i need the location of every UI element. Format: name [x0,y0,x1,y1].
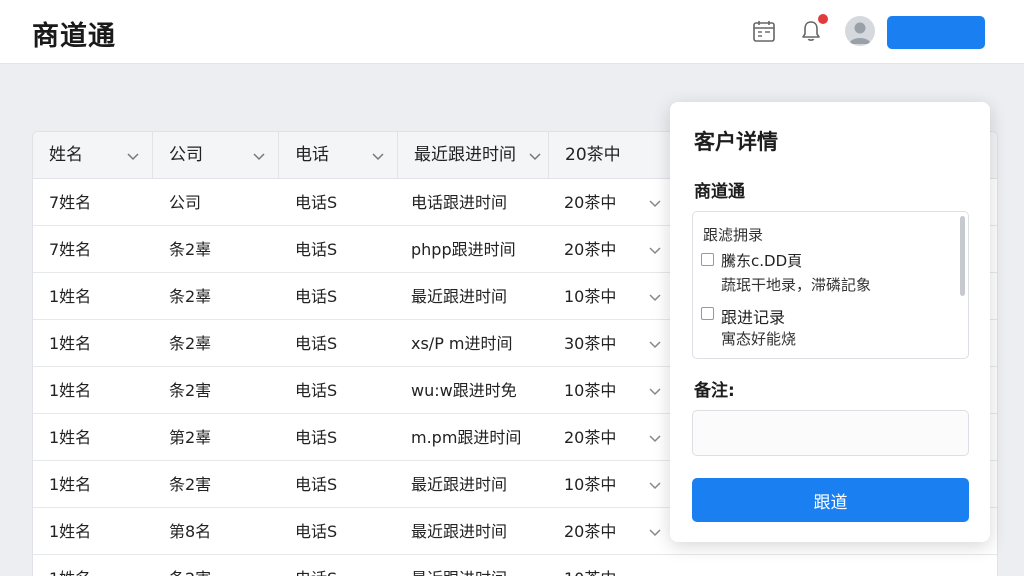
cell-text: 20茶中 [564,240,617,259]
table-cell: 最近跟进时间 [411,522,508,541]
customer-detail-panel: 客户详情 商道通 跟滤拥录 騰东c.DD頁 蔬珉干地录，滞磷記象 跟进记录 寓态… [670,102,990,542]
app-title: 商道通 [32,21,116,52]
chevron-down-icon[interactable] [648,478,662,492]
notes-input[interactable] [692,410,969,456]
followup-button[interactable]: 跟道 [692,478,969,522]
table-cell: 电话跟进时间 [411,193,508,212]
chevron-down-icon[interactable] [648,243,662,257]
column-header-phone[interactable]: 电话 [279,132,398,179]
cell-text: 10茶中 [564,475,617,494]
chevron-down-icon[interactable] [648,196,662,210]
cell-text: 20茶中 [564,522,617,541]
table-cell: 电话S [295,522,338,541]
column-label: 公司 [169,145,203,165]
table-cell: 电话S [295,240,338,259]
table-cell: 最近跟进时间 [411,555,507,576]
record-description: 蔬珉干地录，滞磷記象 [721,276,872,294]
table-cell: 1姓名 [49,428,92,447]
table-cell: 公司 [169,193,202,212]
table-cell: m.pm跟进时间 [411,428,522,447]
top-bar: 商道通 [0,0,1024,64]
column-label: 20茶中 [565,145,621,165]
panel-subtitle: 商道通 [694,182,745,202]
cell-text: 10茶中 [564,287,617,306]
table-cell: 1姓名 [49,522,92,541]
table-cell: 条2害 [169,475,212,494]
chevron-down-icon[interactable] [648,572,662,576]
table-cell: 条2辜 [169,240,212,259]
table-cell: 条2害 [169,381,212,400]
cell-text: 20茶中 [564,193,617,212]
table-cell: 10茶中 [564,555,694,576]
table-cell: 最近跟进时间 [411,475,508,494]
chevron-down-icon[interactable] [648,525,662,539]
chevron-down-icon [372,153,384,161]
table-cell: 电话S [295,475,338,494]
chevron-down-icon[interactable] [648,337,662,351]
column-header-last-followup[interactable]: 最近跟进时间 [398,132,549,179]
column-label: 电话 [295,145,329,165]
table-cell: 1姓名 [49,334,92,353]
table-cell: 电话S [295,193,338,212]
followup-header: 跟滤拥录 [703,226,764,244]
table-cell: 电话S [295,428,338,447]
table-cell: 电话S [295,555,337,576]
column-header-name[interactable]: 姓名 [33,132,153,179]
chevron-down-icon [529,153,541,161]
table-cell: 1姓名 [49,475,92,494]
table-cell: 7姓名 [49,240,92,259]
table-cell: 第8名 [169,522,212,541]
table-cell: 条2辜 [169,287,212,306]
panel-title: 客户详情 [694,130,778,154]
table-cell: 第2辜 [169,428,212,447]
calendar-icon[interactable] [751,18,777,44]
column-label: 姓名 [49,145,83,165]
record-title: 跟进记录 [721,308,786,327]
chevron-down-icon[interactable] [648,431,662,445]
table-cell: 1姓名 [49,287,92,306]
record-description: 寓态好能烧 [721,330,797,348]
table-cell: xs/P m进时间 [411,334,513,353]
notes-label: 备注: [694,381,735,401]
record-checkbox[interactable] [701,307,714,320]
cell-text: 10茶中 [564,569,616,576]
table-cell: phpp跟进时间 [411,240,516,259]
column-header-company[interactable]: 公司 [153,132,279,179]
table-cell: 最近跟进时间 [411,287,508,306]
table-cell: 条2辜 [169,334,212,353]
record-checkbox[interactable] [701,253,714,266]
user-avatar-icon [849,22,871,44]
table-cell: wu:w跟进时免 [411,381,517,400]
chevron-down-icon[interactable] [648,384,662,398]
scrollbar[interactable] [960,216,965,296]
top-action-button[interactable] [887,16,985,49]
table-cell: 1姓名 [49,381,92,400]
column-label: 最近跟进时间 [414,145,516,165]
table-cell: 电话S [295,334,338,353]
table-cell: 电话S [295,287,338,306]
chevron-down-icon [127,153,139,161]
table-row[interactable]: 1姓名 条2害 电话S 最近跟进时间 10茶中 [33,555,997,576]
record-title: 騰东c.DD頁 [721,252,803,270]
table-cell: 1姓名 [49,555,91,576]
cell-text: 10茶中 [564,381,617,400]
followup-records-box[interactable]: 跟滤拥录 騰东c.DD頁 蔬珉干地录，滞磷記象 跟进记录 寓态好能烧 [692,211,969,359]
table-cell: 条2害 [169,555,211,576]
notification-dot [818,14,828,24]
table-cell: 7姓名 [49,193,92,212]
chevron-down-icon [253,153,265,161]
cell-text: 20茶中 [564,428,617,447]
cell-text: 30茶中 [564,334,617,353]
chevron-down-icon[interactable] [648,290,662,304]
table-cell: 电话S [295,381,338,400]
avatar[interactable] [845,16,875,46]
